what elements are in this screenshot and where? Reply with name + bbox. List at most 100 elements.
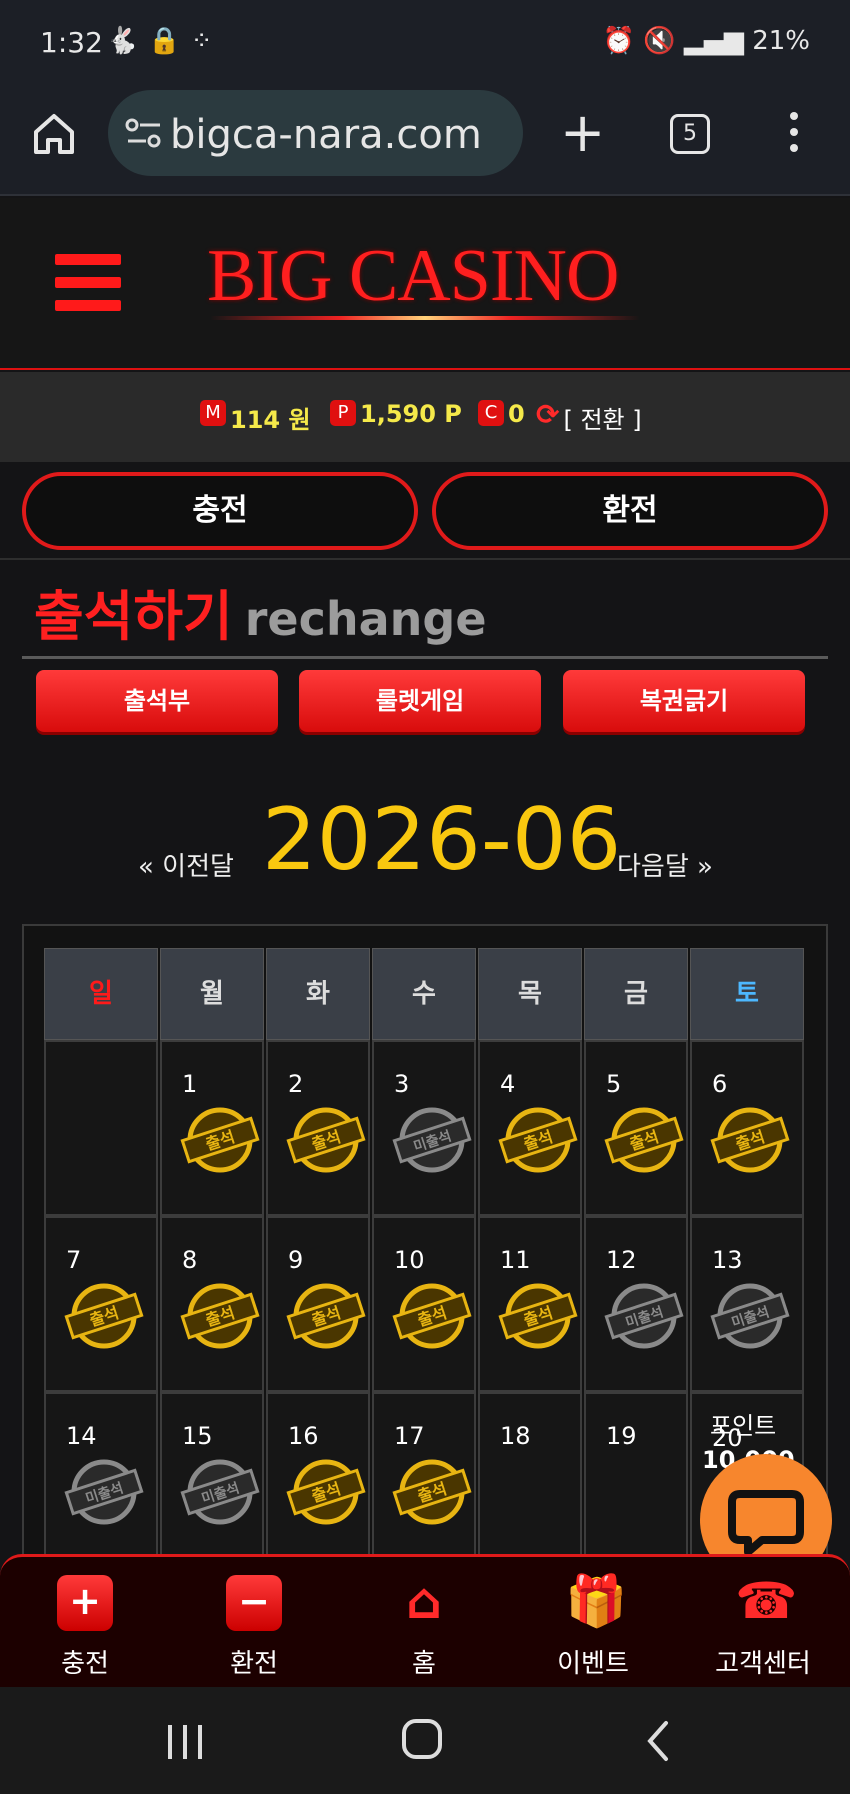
section-title-english: rechange: [244, 592, 487, 646]
coin-badge: C: [478, 400, 504, 426]
action-buttons-row: 충전 환전: [0, 462, 850, 560]
day-number: 5: [606, 1070, 622, 1098]
missed-stamp-icon: 미출석: [180, 1459, 260, 1525]
weekday-header: 일: [44, 948, 158, 1040]
browser-toolbar: bigca-nara.com + 5: [0, 86, 850, 196]
day-number: 9: [288, 1246, 304, 1274]
section-title-korean: 출석하기: [34, 585, 233, 648]
new-tab-icon[interactable]: +: [560, 106, 605, 160]
calendar-day-cell: 1 출석: [160, 1040, 264, 1216]
calendar-day-cell: 3 미출석: [372, 1040, 476, 1216]
day-number: 2: [288, 1070, 304, 1098]
calendar-day-cell: 4 출석: [478, 1040, 582, 1216]
status-time: 1:32: [40, 26, 103, 59]
system-home-icon[interactable]: [398, 1715, 448, 1765]
status-indicators: ⏰ 🔇 ▂▄▆ 21%: [602, 26, 810, 56]
weekday-header: 화: [266, 948, 370, 1040]
minus-icon: −: [226, 1575, 282, 1631]
calendar-day-cell: 7 출석: [44, 1216, 158, 1392]
calendar-day-cell: 18: [478, 1392, 582, 1562]
footer-nav-item[interactable]: − 환전: [194, 1575, 314, 1680]
weekday-header: 금: [584, 948, 688, 1040]
day-number: 16: [288, 1422, 319, 1450]
footer-nav-item[interactable]: 🎁 이벤트: [533, 1575, 653, 1680]
attended-stamp-icon: 출석: [286, 1107, 366, 1173]
balance-bar: M 114 원 P 1,590 P C0 ⟳[ 전환 ]: [0, 372, 850, 462]
browser-home-icon[interactable]: [30, 110, 78, 158]
footer-nav-item[interactable]: + 충전: [25, 1575, 145, 1680]
convert-button[interactable]: ⟳[ 전환 ]: [530, 398, 642, 435]
site-settings-icon[interactable]: [124, 118, 164, 148]
site-logo[interactable]: BIG CASINO: [207, 234, 619, 319]
point-balance: P 1,590 P: [330, 400, 462, 428]
attended-stamp-icon: 출석: [286, 1283, 366, 1349]
section-divider: [22, 656, 828, 659]
notification-icons: 🐇🔒⁘: [106, 26, 223, 56]
prev-month-link[interactable]: « 이전달: [138, 846, 234, 883]
month-navigation: « 이전달 2026-06 다음달 »: [0, 790, 850, 900]
attended-stamp-icon: 출석: [64, 1283, 144, 1349]
attended-stamp-icon: 출석: [498, 1283, 578, 1349]
calendar-day-cell: 17 출석: [372, 1392, 476, 1562]
missed-stamp-icon: 미출석: [64, 1459, 144, 1525]
calendar-day-cell: 11 출석: [478, 1216, 582, 1392]
next-month-link[interactable]: 다음달 »: [617, 846, 713, 883]
system-navigation-bar: [0, 1687, 850, 1794]
attended-stamp-icon: 출석: [180, 1107, 260, 1173]
tab-roulette-game[interactable]: 룰렛게임: [299, 670, 541, 732]
money-badge: M: [200, 400, 226, 426]
bonus-label: 포인트: [710, 1412, 777, 1440]
calendar-day-cell: 13 미출석: [690, 1216, 804, 1392]
footer-nav-label: 충전: [61, 1649, 109, 1679]
tab-switcher-button[interactable]: 5: [670, 114, 710, 154]
battery-level: 21%: [752, 26, 810, 56]
attended-stamp-icon: 출석: [392, 1283, 472, 1349]
attended-stamp-icon: 출석: [286, 1459, 366, 1525]
attended-stamp-icon: 출석: [180, 1283, 260, 1349]
tab-scratch-lottery[interactable]: 복권긁기: [563, 670, 805, 732]
hamburger-menu-icon[interactable]: [55, 254, 121, 312]
day-number: 12: [606, 1246, 637, 1274]
section-title: 출석하기 rechange: [34, 572, 487, 651]
attended-stamp-icon: 출석: [498, 1107, 578, 1173]
calendar-day-cell: [44, 1040, 158, 1216]
missed-stamp-icon: 미출석: [392, 1107, 472, 1173]
day-number: 11: [500, 1246, 531, 1274]
attended-stamp-icon: 출석: [392, 1459, 472, 1525]
calendar-day-cell: 16 출석: [266, 1392, 370, 1562]
footer-nav-item[interactable]: ⌂ 홈: [364, 1575, 484, 1680]
charge-button[interactable]: 충전: [22, 472, 418, 550]
calendar-day-cell: 12 미출석: [584, 1216, 688, 1392]
logo-underline: [210, 316, 640, 320]
weekday-header: 월: [160, 948, 264, 1040]
footer-nav-item[interactable]: ☎ 고객센터: [703, 1575, 823, 1680]
weekday-header: 토: [690, 948, 804, 1040]
refresh-icon: ⟳: [536, 398, 560, 431]
attended-stamp-icon: 출석: [604, 1107, 684, 1173]
exchange-button[interactable]: 환전: [432, 472, 828, 550]
calendar-day-cell: 8 출석: [160, 1216, 264, 1392]
attended-stamp-icon: 출석: [710, 1107, 790, 1173]
weekday-header: 목: [478, 948, 582, 1040]
day-number: 15: [182, 1422, 213, 1450]
calendar-day-cell: 10 출석: [372, 1216, 476, 1392]
missed-stamp-icon: 미출석: [710, 1283, 790, 1349]
site-header: BIG CASINO: [0, 198, 850, 370]
calendar-day-cell: 14 미출석: [44, 1392, 158, 1562]
home-icon: ⌂: [406, 1572, 442, 1630]
day-number: 3: [394, 1070, 410, 1098]
address-bar[interactable]: bigca-nara.com: [108, 90, 523, 176]
back-icon[interactable]: [640, 1717, 680, 1767]
point-badge: P: [330, 400, 356, 426]
tab-attendance-book[interactable]: 출석부: [36, 670, 278, 732]
footer-nav-label: 고객센터: [715, 1649, 811, 1679]
day-number: 17: [394, 1422, 425, 1450]
recent-apps-icon[interactable]: [160, 1717, 210, 1767]
calendar-day-cell: 15 미출석: [160, 1392, 264, 1562]
url-text: bigca-nara.com: [170, 112, 482, 158]
calendar-day-cell: 2 출석: [266, 1040, 370, 1216]
day-number: 6: [712, 1070, 728, 1098]
browser-menu-icon[interactable]: [784, 112, 804, 156]
day-number: 10: [394, 1246, 425, 1274]
calendar-day-cell: 9 출석: [266, 1216, 370, 1392]
